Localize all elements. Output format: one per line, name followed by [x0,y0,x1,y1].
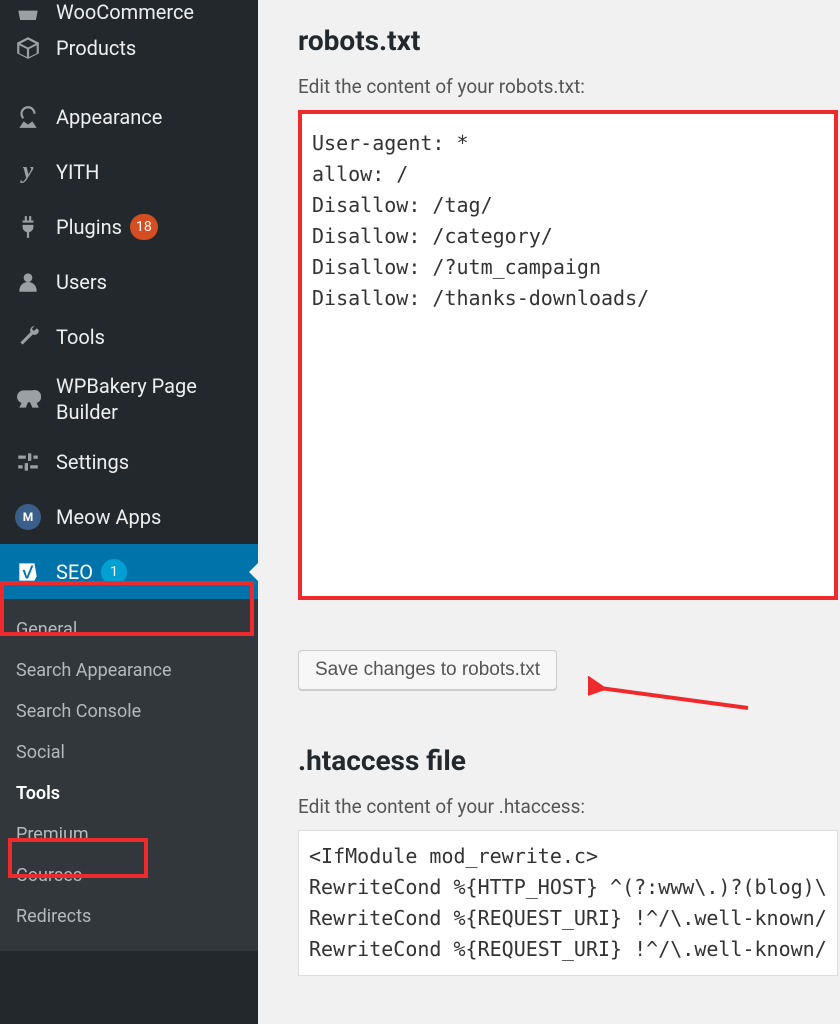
menu-label: Appearance [56,105,162,129]
sidebar-item-yith[interactable]: y YITH [0,144,258,199]
submenu-social[interactable]: Social [0,732,258,773]
sidebar-item-woocommerce[interactable]: WooCommerce [0,0,258,20]
htaccess-textarea[interactable]: <IfModule mod_rewrite.c> RewriteCond %{H… [298,830,838,976]
meowapps-icon: M [12,501,44,533]
menu-label: Meow Apps [56,505,161,529]
sidebar-item-products[interactable]: Products [0,20,258,75]
menu-label: Plugins [56,215,122,239]
plugins-icon [12,211,44,243]
submenu-redirects[interactable]: Redirects [0,896,258,937]
save-robots-button[interactable]: Save changes to robots.txt [298,650,557,690]
menu-label: WooCommerce [56,0,194,20]
sidebar-item-tools[interactable]: Tools [0,309,258,364]
htaccess-heading: .htaccess file [298,744,816,777]
submenu-search-appearance[interactable]: Search Appearance [0,650,258,691]
users-icon [12,266,44,298]
menu-label: YITH [56,160,99,184]
settings-icon [12,446,44,478]
wpbakery-icon [12,383,44,415]
submenu-courses[interactable]: Courses [0,855,258,896]
menu-label: Products [56,36,136,60]
yoast-icon [12,556,44,588]
submenu-general[interactable]: General [0,609,258,650]
submenu-tools[interactable]: Tools [0,773,258,814]
sidebar-item-appearance[interactable]: Appearance [0,89,258,144]
submenu-premium[interactable]: Premium [0,814,258,855]
products-icon [12,32,44,64]
submenu-search-console[interactable]: Search Console [0,691,258,732]
menu-label: Tools [56,325,105,349]
plugins-badge: 18 [130,214,158,240]
sidebar-item-seo[interactable]: SEO 1 [0,544,258,599]
sidebar-item-settings[interactable]: Settings [0,434,258,489]
robots-description: Edit the content of your robots.txt: [298,75,816,98]
htaccess-description: Edit the content of your .htaccess: [298,795,816,818]
woocommerce-icon [12,0,44,20]
yith-icon: y [12,156,44,188]
sidebar-item-wpbakery[interactable]: WPBakery Page Builder [0,364,258,434]
menu-label: Settings [56,450,129,474]
sidebar-item-plugins[interactable]: Plugins 18 [0,199,258,254]
sidebar-item-meowapps[interactable]: M Meow Apps [0,489,258,544]
menu-label: Users [56,270,107,294]
seo-badge: 1 [101,559,127,585]
sidebar-item-users[interactable]: Users [0,254,258,309]
robots-heading: robots.txt [298,24,816,57]
appearance-icon [12,101,44,133]
tools-icon [12,321,44,353]
admin-sidebar: WooCommerce Products Appearance y YITH P… [0,0,258,1024]
menu-label: WPBakery Page Builder [56,373,246,425]
seo-submenu: General Search Appearance Search Console… [0,599,258,951]
robots-textarea[interactable] [298,110,838,600]
main-content: robots.txt Edit the content of your robo… [258,0,840,1024]
menu-label: SEO [56,560,93,584]
